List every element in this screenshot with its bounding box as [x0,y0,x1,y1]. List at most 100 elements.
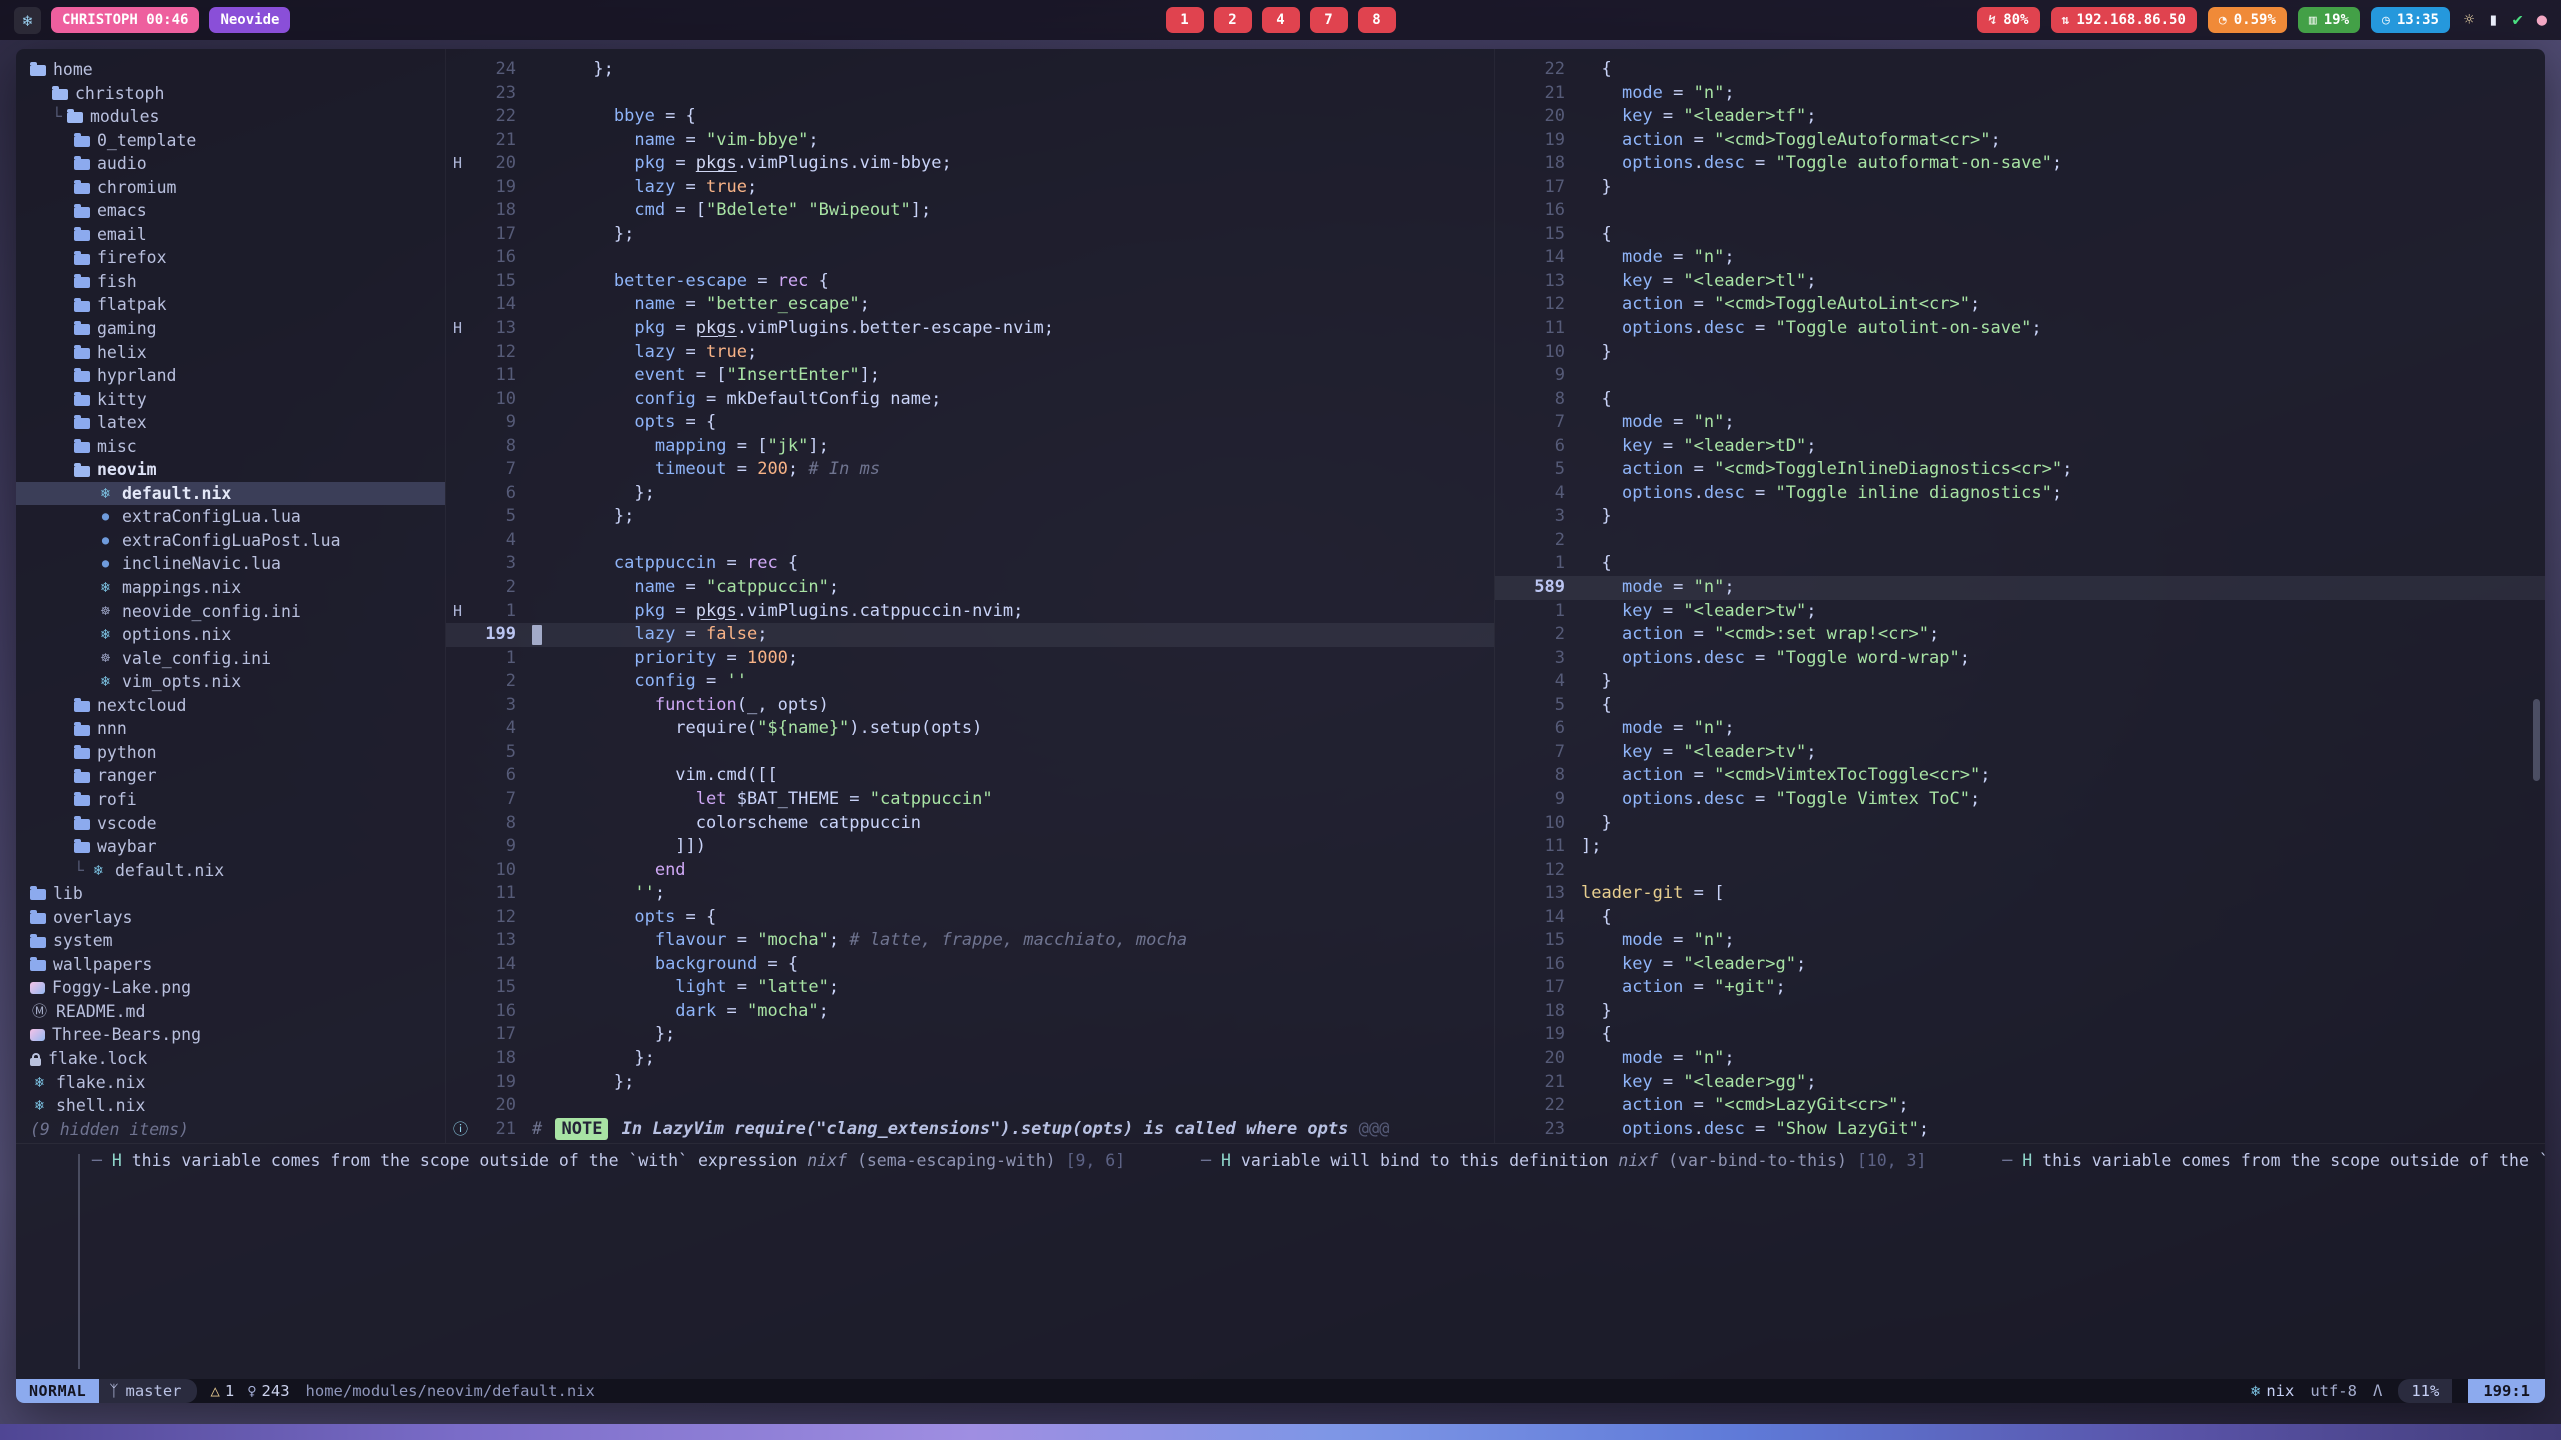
tree-file-shell.nix[interactable]: ❄shell.nix [16,1094,445,1118]
tree-file-flake.nix[interactable]: ❄flake.nix [16,1071,445,1095]
code-line-15[interactable]: 15 mode = "n"; [1495,929,2545,953]
tree-folder-latex[interactable]: latex [16,411,445,435]
code-line-8[interactable]: 8 { [1495,388,2545,412]
code-line-14[interactable]: 14 { [1495,906,2545,930]
tree-folder-helix[interactable]: helix [16,341,445,365]
tree-file-extraConfigLuaPost.lua[interactable]: ●extraConfigLuaPost.lua [16,529,445,553]
code-line-17[interactable]: 17 }; [446,223,1494,247]
code-line-22[interactable]: 22 bbye = { [446,105,1494,129]
tree-file-options.nix[interactable]: ❄options.nix [16,623,445,647]
code-line-4[interactable]: 4 } [1495,670,2545,694]
code-line-2[interactable]: 2 config = '' [446,670,1494,694]
code-line-15[interactable]: 15 { [1495,223,2545,247]
diagnostic-item[interactable]: ─ H variable will bind to this definitio… [1125,1151,1926,1170]
tree-file-README.md[interactable]: ⓂREADME.md [16,1000,445,1024]
code-line-20[interactable]: 20 mode = "n"; [1495,1047,2545,1071]
tree-folder-modules[interactable]: └modules [16,105,445,129]
code-line-199[interactable]: 199 lazy = false; [446,623,1494,647]
tree-folder-flatpak[interactable]: flatpak [16,293,445,317]
tree-file-default.nix[interactable]: └❄default.nix [16,859,445,883]
tree-folder-hyprland[interactable]: hyprland [16,364,445,388]
code-line-18[interactable]: 18 options.desc = "Toggle autoformat-on-… [1495,152,2545,176]
tree-folder-kitty[interactable]: kitty [16,388,445,412]
tree-file-neovide_config.ini[interactable]: ☸neovide_config.ini [16,600,445,624]
code-line-24[interactable]: 24 }; [446,58,1494,82]
tree-folder-vscode[interactable]: vscode [16,812,445,836]
code-line-20[interactable]: H20 pkg = pkgs.vimPlugins.vim-bbye; [446,152,1494,176]
tree-file-vale_config.ini[interactable]: ☸vale_config.ini [16,647,445,671]
code-line-21[interactable]: 21 mode = "n"; [1495,82,2545,106]
tree-folder-0_template[interactable]: 0_template [16,129,445,153]
code-line-8[interactable]: 8 action = "<cmd>VimtexTocToggle<cr>"; [1495,764,2545,788]
tree-folder-misc[interactable]: misc [16,435,445,459]
status-check-icon[interactable]: ✔ [2513,10,2523,30]
code-line-14[interactable]: 14 name = "better_escape"; [446,293,1494,317]
tree-folder-lib[interactable]: lib [16,882,445,906]
battery-badge[interactable]: ↯80% [1977,7,2039,33]
code-line-9[interactable]: 9 options.desc = "Toggle Vimtex ToC"; [1495,788,2545,812]
tree-folder-system[interactable]: system [16,929,445,953]
tree-file-Foggy-Lake.png[interactable]: Foggy-Lake.png [16,976,445,1000]
code-line-4[interactable]: 4 options.desc = "Toggle inline diagnost… [1495,482,2545,506]
code-line-1[interactable]: 1 { [1495,552,2545,576]
tree-folder-neovim[interactable]: neovim [16,458,445,482]
tree-file-vim_opts.nix[interactable]: ❄vim_opts.nix [16,670,445,694]
code-line-12[interactable]: 12 opts = { [446,906,1494,930]
tree-folder-waybar[interactable]: waybar [16,835,445,859]
code-line-10[interactable]: 10 config = mkDefaultConfig name; [446,388,1494,412]
code-line-10[interactable]: 10 end [446,859,1494,883]
idle-inhibitor-icon[interactable]: ☼ [2464,10,2474,30]
code-line-16[interactable]: 16 dark = "mocha"; [446,1000,1494,1024]
workspace-4[interactable]: 4 [1262,7,1300,33]
code-line-19[interactable]: 19 action = "<cmd>ToggleAutoformat<cr>"; [1495,129,2545,153]
launcher-icon[interactable]: ❄ [14,7,41,34]
code-line-21[interactable]: ⓘ21# NOTE In LazyVim require("clang_exte… [446,1118,1494,1142]
code-line-23[interactable]: 23 options.desc = "Show LazyGit"; [1495,1118,2545,1142]
code-line-2[interactable]: 2 [1495,529,2545,553]
tree-folder-firefox[interactable]: firefox [16,246,445,270]
code-line-4[interactable]: 4 [446,529,1494,553]
tree-folder-overlays[interactable]: overlays [16,906,445,930]
tree-folder-audio[interactable]: audio [16,152,445,176]
code-line-9[interactable]: 9 opts = { [446,411,1494,435]
code-line-12[interactable]: 12 lazy = true; [446,341,1494,365]
code-line-20[interactable]: 20 key = "<leader>tf"; [1495,105,2545,129]
tree-file-Three-Bears.png[interactable]: Three-Bears.png [16,1023,445,1047]
code-line-14[interactable]: 14 background = { [446,953,1494,977]
tree-folder-rofi[interactable]: rofi [16,788,445,812]
code-line-15[interactable]: 15 light = "latte"; [446,976,1494,1000]
code-line-5[interactable]: 5 { [1495,694,2545,718]
tree-folder-nextcloud[interactable]: nextcloud [16,694,445,718]
workspace-2[interactable]: 2 [1214,7,1252,33]
code-line-16[interactable]: 16 [1495,199,2545,223]
code-line-11[interactable]: 11]; [1495,835,2545,859]
code-line-6[interactable]: 6 mode = "n"; [1495,717,2545,741]
code-line-8[interactable]: 8 colorscheme catppuccin [446,812,1494,836]
tree-folder-gaming[interactable]: gaming [16,317,445,341]
tree-file-inclineNavic.lua[interactable]: ●inclineNavic.lua [16,552,445,576]
tree-folder-fish[interactable]: fish [16,270,445,294]
code-line-5[interactable]: 5 [446,741,1494,765]
code-line-5[interactable]: 5 }; [446,505,1494,529]
clock-badge[interactable]: ◷13:35 [2371,7,2450,33]
code-line-18[interactable]: 18 cmd = ["Bdelete" "Bwipeout"]; [446,199,1494,223]
code-line-18[interactable]: 18 } [1495,1000,2545,1024]
code-line-17[interactable]: 17 action = "+git"; [1495,976,2545,1000]
code-line-589[interactable]: 589 mode = "n"; [1495,576,2545,600]
code-line-7[interactable]: 7 timeout = 200; # In ms [446,458,1494,482]
code-line-3[interactable]: 3 options.desc = "Toggle word-wrap"; [1495,647,2545,671]
code-line-14[interactable]: 14 mode = "n"; [1495,246,2545,270]
code-line-2[interactable]: 2 name = "catppuccin"; [446,576,1494,600]
code-line-23[interactable]: 23 [446,82,1494,106]
code-line-13[interactable]: H13 pkg = pkgs.vimPlugins.better-escape-… [446,317,1494,341]
code-line-1[interactable]: 1 priority = 1000; [446,647,1494,671]
tree-folder-home[interactable]: home [16,58,445,82]
tree-file-default.nix[interactable]: ❄default.nix [16,482,445,506]
code-line-5[interactable]: 5 action = "<cmd>ToggleInlineDiagnostics… [1495,458,2545,482]
scrollbar-thumb[interactable] [2533,699,2540,781]
code-line-18[interactable]: 18 }; [446,1047,1494,1071]
code-line-1[interactable]: H1 pkg = pkgs.vimPlugins.catppuccin-nvim… [446,600,1494,624]
tree-folder-christoph[interactable]: christoph [16,82,445,106]
code-line-22[interactable]: 22 action = "<cmd>LazyGit<cr>"; [1495,1094,2545,1118]
tree-file-flake.lock[interactable]: flake.lock [16,1047,445,1071]
